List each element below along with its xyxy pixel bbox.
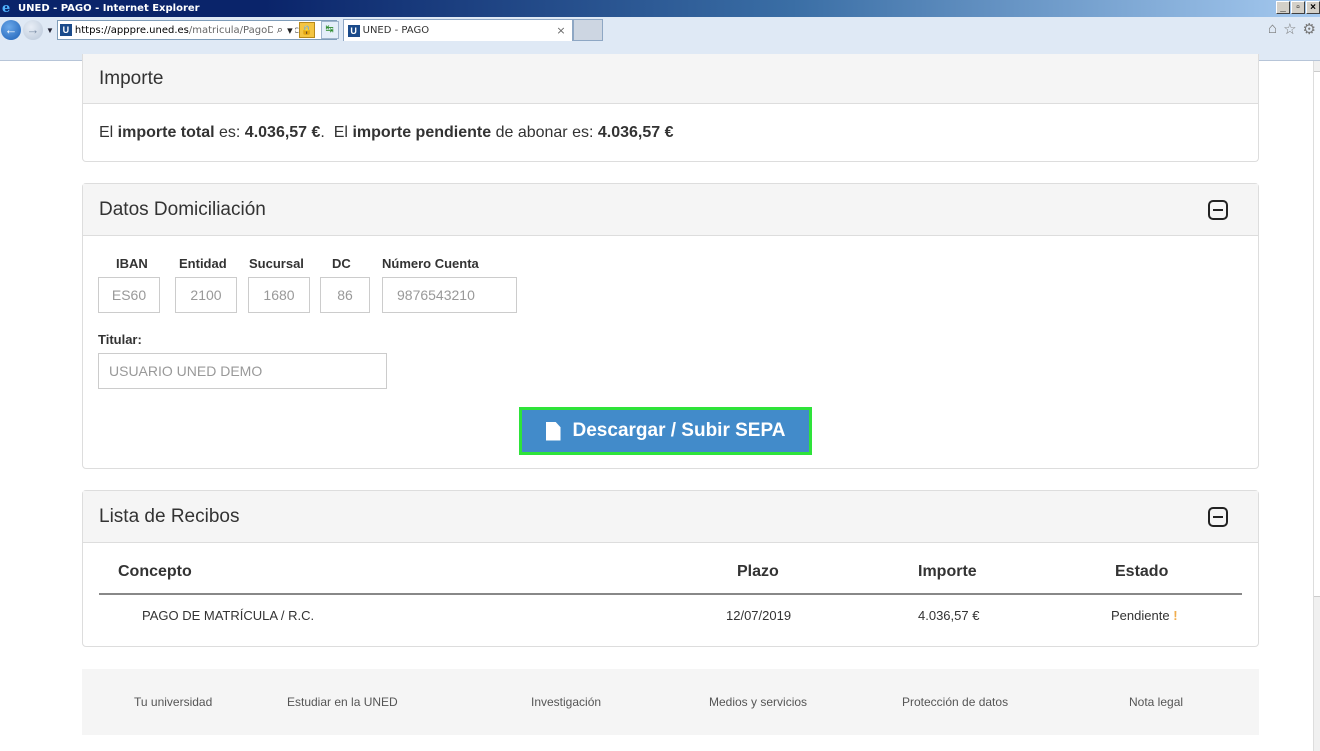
importe-text: El importe total es: 4.036,57 €. El impo… xyxy=(99,124,674,142)
table-cell-estado: Pendiente ! xyxy=(1111,608,1178,623)
browser-tab[interactable]: U UNED - PAGO × xyxy=(342,19,573,41)
address-controls: ⌕ ▾ xyxy=(272,21,295,39)
search-icon[interactable]: ⌕ xyxy=(277,24,283,37)
footer-link-proteccion-datos[interactable]: Protección de datos xyxy=(902,695,1008,709)
iban-label: IBAN xyxy=(116,256,148,271)
recibos-table: Concepto Plazo Importe Estado PAGO DE MA… xyxy=(83,543,1258,646)
dc-label: DC xyxy=(332,256,351,271)
table-cell-concepto: PAGO DE MATRÍCULA / R.C. xyxy=(142,608,315,623)
numero-cuenta-label: Número Cuenta xyxy=(382,256,479,271)
collapse-minus-icon[interactable] xyxy=(1208,200,1228,220)
entidad-label: Entidad xyxy=(179,256,227,271)
sepa-button-label: Descargar / Subir SEPA xyxy=(572,420,786,441)
lock-icon[interactable]: 🔒 xyxy=(298,22,315,38)
sucursal-label: Sucursal xyxy=(249,256,304,271)
close-window-button[interactable]: × xyxy=(1306,1,1320,14)
titular-field[interactable]: USUARIO UNED DEMO xyxy=(98,353,387,389)
history-dropdown-icon[interactable]: ▼ xyxy=(46,26,54,35)
importe-summary: El importe total es: 4.036,57 €. El impo… xyxy=(83,104,1258,161)
collapse-minus-icon[interactable] xyxy=(1208,507,1228,527)
browser-right-icons: ⌂ ☆ ⚙ xyxy=(1268,20,1316,38)
importe-pendiente-label: importe pendiente xyxy=(352,123,492,141)
table-cell-importe: 4.036,57 € xyxy=(918,608,980,623)
recibos-panel: Lista de Recibos Concepto Plazo Importe … xyxy=(82,490,1259,647)
new-tab-button[interactable] xyxy=(572,19,603,41)
sucursal-field[interactable]: 1680 xyxy=(248,277,310,313)
importe-text-part: es: xyxy=(214,123,245,141)
recibos-title: Lista de Recibos xyxy=(99,505,240,527)
importe-text-part: de abonar es: xyxy=(491,123,598,141)
page-footer: Tu universidad Estudiar en la UNED Inves… xyxy=(82,669,1259,735)
favorites-star-icon[interactable]: ☆ xyxy=(1283,20,1296,38)
estado-text: Pendiente xyxy=(1111,608,1170,623)
column-header-importe: Importe xyxy=(918,563,977,580)
importe-total-amount: 4.036,57 € xyxy=(244,123,321,141)
maximize-button[interactable]: ▫ xyxy=(1291,1,1305,14)
window-title-bar: e UNED - PAGO - Internet Explorer _ ▫ × xyxy=(0,0,1320,17)
tools-gear-icon[interactable]: ⚙ xyxy=(1303,20,1316,38)
document-icon xyxy=(545,421,561,441)
footer-link-tu-universidad[interactable]: Tu universidad xyxy=(134,695,212,709)
back-button[interactable]: ← xyxy=(1,20,21,40)
minimize-button[interactable]: _ xyxy=(1276,1,1290,14)
importe-total-label: importe total xyxy=(117,123,215,141)
titular-label: Titular: xyxy=(98,332,142,347)
address-bar[interactable]: U https://apppre.uned.es/matricula/PagoD… xyxy=(56,20,337,40)
footer-link-estudiar[interactable]: Estudiar en la UNED xyxy=(287,695,398,709)
footer-link-investigacion[interactable]: Investigación xyxy=(531,695,601,709)
tab-title: UNED - PAGO xyxy=(362,25,430,36)
footer-link-medios[interactable]: Medios y servicios xyxy=(709,695,807,709)
forward-button[interactable]: → xyxy=(23,20,43,40)
importe-pendiente-amount: 4.036,57 € xyxy=(597,123,674,141)
iban-field[interactable]: ES60 xyxy=(98,277,160,313)
table-header-divider xyxy=(99,593,1242,595)
window-title: UNED - PAGO - Internet Explorer xyxy=(18,3,200,14)
address-dropdown-icon[interactable]: ▾ xyxy=(287,24,293,37)
numero-cuenta-field[interactable]: 9876543210 xyxy=(382,277,517,313)
importe-text-part: El xyxy=(99,123,118,141)
dc-field[interactable]: 86 xyxy=(320,277,370,313)
recibos-heading: Lista de Recibos xyxy=(83,491,1258,543)
entidad-field[interactable]: 2100 xyxy=(175,277,237,313)
importe-title: Importe xyxy=(99,67,164,89)
tab-favicon-icon: U xyxy=(347,24,360,37)
domiciliacion-title: Datos Domiciliación xyxy=(99,198,266,220)
importe-text-part: . El xyxy=(320,123,353,141)
importe-panel: Importe El importe total es: 4.036,57 €.… xyxy=(82,54,1259,162)
page-scrollbar[interactable] xyxy=(1313,61,1320,751)
column-header-plazo: Plazo xyxy=(737,563,779,580)
site-favicon-icon: U xyxy=(59,24,72,36)
refresh-icon[interactable]: ↹ xyxy=(320,21,339,39)
footer-link-nota-legal[interactable]: Nota legal xyxy=(1129,695,1183,709)
importe-heading: Importe xyxy=(83,54,1258,104)
window-controls: _ ▫ × xyxy=(1276,1,1320,14)
home-icon[interactable]: ⌂ xyxy=(1268,20,1277,38)
column-header-estado: Estado xyxy=(1115,563,1169,580)
url-host: https://apppre.uned.es xyxy=(74,24,189,36)
scrollbar-thumb[interactable] xyxy=(1314,71,1320,597)
domiciliacion-heading: Datos Domiciliación xyxy=(83,184,1258,236)
descargar-subir-sepa-button[interactable]: Descargar / Subir SEPA xyxy=(519,407,812,455)
ie-logo-icon: e xyxy=(2,0,11,16)
tab-close-icon[interactable]: × xyxy=(556,24,565,37)
column-header-concepto: Concepto xyxy=(118,563,192,580)
domiciliacion-panel: Datos Domiciliación IBAN Entidad Sucursa… xyxy=(82,183,1259,469)
warning-exclamation-icon: ! xyxy=(1173,608,1178,623)
table-cell-plazo: 12/07/2019 xyxy=(726,608,792,623)
domiciliacion-body: IBAN Entidad Sucursal DC Número Cuenta E… xyxy=(83,236,1258,468)
